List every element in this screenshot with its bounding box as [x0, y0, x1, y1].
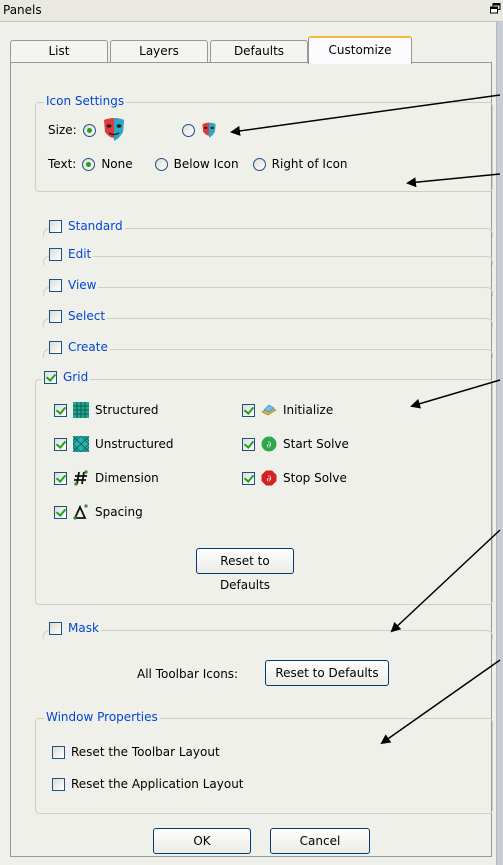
- reset-app-layout-label: Reset the Application Layout: [71, 777, 244, 791]
- text-label: Text:: [48, 157, 77, 171]
- icon-settings-legend: Icon Settings: [44, 94, 127, 108]
- window-title: Panels: [3, 3, 42, 17]
- ok-button[interactable]: OK: [153, 828, 251, 854]
- create-checkbox[interactable]: [49, 340, 62, 354]
- stop-solve-label: Stop Solve: [283, 471, 347, 485]
- standard-label: Standard: [68, 219, 123, 233]
- window-properties-group: Window Properties Reset the Toolbar Layo…: [35, 710, 493, 814]
- reset-toolbar-layout-label: Reset the Toolbar Layout: [71, 745, 220, 759]
- select-checkbox[interactable]: [49, 309, 62, 323]
- select-group: Select: [43, 307, 493, 329]
- grid-item-unstructured: Unstructured: [54, 436, 173, 452]
- size-small-radio[interactable]: [181, 123, 195, 137]
- panel-body: List Layers Defaults Customize Icon Sett…: [0, 22, 497, 865]
- spacing-checkbox[interactable]: [54, 505, 67, 519]
- structured-checkbox[interactable]: [54, 403, 67, 417]
- spacing-label: Spacing: [95, 505, 143, 519]
- mask-large-icon: [103, 118, 124, 141]
- view-label: View: [68, 278, 97, 292]
- structured-label: Structured: [95, 403, 159, 417]
- tab-layers[interactable]: Layers: [110, 40, 208, 63]
- tab-list[interactable]: List: [10, 40, 108, 63]
- window-properties-legend: Window Properties: [44, 710, 160, 724]
- icon-settings-group: Icon Settings Size: Text: None Below Ico…: [35, 94, 493, 192]
- grid-item-initialize: Initialize: [242, 402, 333, 418]
- text-below-label: Below Icon: [173, 157, 239, 171]
- text-right-radio[interactable]: [252, 157, 266, 171]
- tab-customize[interactable]: Customize: [308, 36, 412, 64]
- dimension-icon: [74, 470, 88, 486]
- restore-icon[interactable]: [490, 3, 501, 14]
- unstructured-label: Unstructured: [95, 437, 174, 451]
- grid-group: Grid Structured Unstructured Dimension S…: [35, 370, 493, 605]
- edit-label: Edit: [68, 247, 92, 261]
- view-checkbox[interactable]: [49, 278, 62, 292]
- standard-checkbox[interactable]: [49, 219, 62, 233]
- mask-checkbox[interactable]: [49, 621, 62, 635]
- initialize-label: Initialize: [283, 403, 334, 417]
- grid-item-stop-solve: ∂ Stop Solve: [242, 470, 347, 486]
- view-group: View: [43, 276, 493, 298]
- grid-item-dimension: Dimension: [54, 470, 159, 486]
- text-none-radio[interactable]: [82, 157, 96, 171]
- edit-checkbox[interactable]: [49, 247, 62, 261]
- start-solve-checkbox[interactable]: [242, 437, 255, 451]
- all-toolbar-label: All Toolbar Icons:: [137, 667, 239, 681]
- dimension-label: Dimension: [95, 471, 159, 485]
- cancel-button[interactable]: Cancel: [270, 828, 370, 854]
- size-large-radio[interactable]: [82, 123, 96, 137]
- start-solve-label: Start Solve: [283, 437, 349, 451]
- grid-label: Grid: [63, 370, 89, 384]
- stop-solve-icon: ∂: [261, 470, 277, 486]
- reset-app-layout-checkbox[interactable]: [52, 777, 65, 791]
- panel-titlebar: Panels: [0, 0, 503, 22]
- create-label: Create: [68, 340, 108, 354]
- start-solve-icon: ∂: [261, 436, 277, 452]
- tab-strip: List Layers Defaults Customize: [10, 36, 490, 64]
- initialize-icon: [261, 404, 277, 416]
- stop-solve-checkbox[interactable]: [242, 471, 255, 485]
- dimension-checkbox[interactable]: [54, 471, 67, 485]
- standard-group: Standard: [43, 217, 493, 239]
- initialize-checkbox[interactable]: [242, 403, 255, 417]
- customize-tab-content: Icon Settings Size: Text: None Below Ico…: [10, 62, 493, 857]
- unstructured-checkbox[interactable]: [54, 437, 67, 451]
- svg-text:∂: ∂: [267, 441, 272, 451]
- select-label: Select: [68, 309, 106, 323]
- edit-group: Edit: [43, 245, 493, 267]
- text-none-label: None: [101, 157, 133, 171]
- text-right-label: Right of Icon: [271, 157, 348, 171]
- grid-reset-defaults-button[interactable]: Reset to Defaults: [196, 548, 294, 592]
- grid-checkbox[interactable]: [44, 370, 57, 384]
- unstructured-grid-icon: [73, 436, 89, 452]
- mask-small-icon: [202, 122, 216, 138]
- grid-item-start-solve: ∂ Start Solve: [242, 436, 349, 452]
- text-below-radio[interactable]: [154, 157, 168, 171]
- structured-grid-icon: [73, 402, 89, 418]
- mask-group: Mask: [43, 619, 493, 641]
- create-group: Create: [43, 338, 493, 360]
- mask-label: Mask: [68, 621, 99, 635]
- reset-toolbar-layout-checkbox[interactable]: [52, 745, 65, 759]
- all-toolbar-reset-button[interactable]: Reset to Defaults: [265, 660, 389, 686]
- grid-item-structured: Structured: [54, 402, 158, 418]
- tab-defaults[interactable]: Defaults: [210, 40, 308, 63]
- spacing-icon: [73, 504, 88, 520]
- grid-item-spacing: Spacing: [54, 504, 143, 520]
- svg-text:∂: ∂: [267, 475, 272, 485]
- size-label: Size:: [48, 123, 77, 137]
